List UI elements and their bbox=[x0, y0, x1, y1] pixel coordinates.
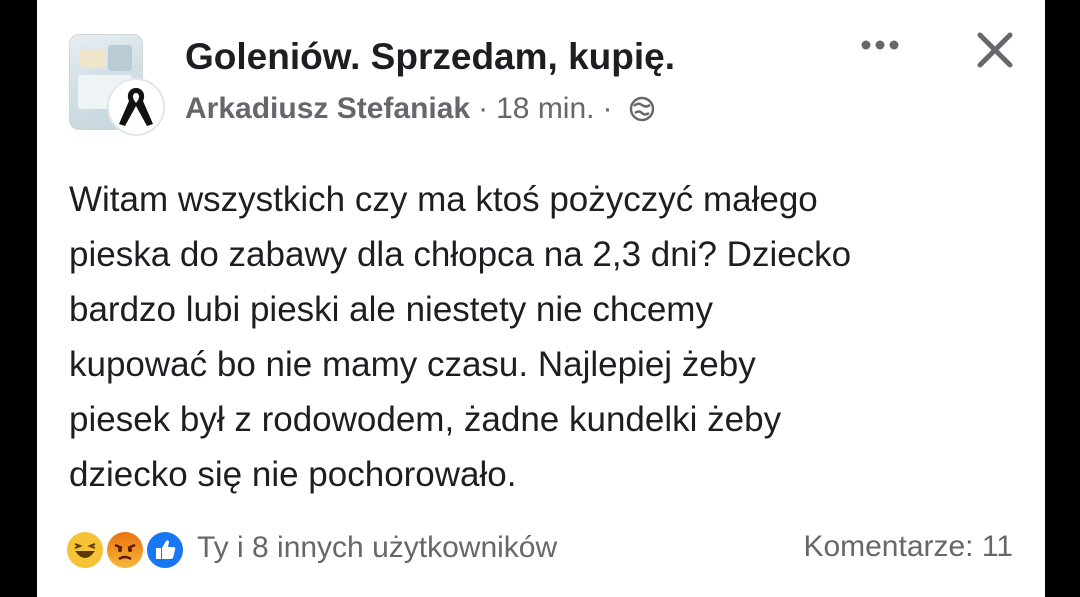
haha-reaction-icon bbox=[65, 530, 105, 570]
post-time[interactable]: 18 min. bbox=[496, 92, 594, 126]
like-reaction-icon bbox=[145, 530, 185, 570]
reaction-icons-group bbox=[65, 528, 191, 570]
comments-count-link[interactable]: Komentarze: 11 bbox=[803, 530, 1013, 564]
close-icon[interactable] bbox=[975, 30, 1015, 70]
author-name[interactable]: Arkadiusz Stefaniak bbox=[185, 92, 470, 126]
globe-icon bbox=[629, 96, 654, 122]
author-avatar[interactable] bbox=[107, 78, 165, 136]
meta-separator: · bbox=[602, 92, 613, 125]
reactions-summary[interactable]: Ty i 8 innych użytkowników bbox=[65, 526, 557, 570]
post-body-text: Witam wszystkich czy ma ktoś pożyczyć ma… bbox=[69, 180, 852, 494]
more-options-icon[interactable] bbox=[857, 30, 903, 60]
group-name[interactable]: Goleniów. Sprzedam, kupię. bbox=[185, 36, 675, 78]
angry-reaction-icon bbox=[105, 530, 145, 570]
mourning-ribbon-icon bbox=[119, 88, 153, 126]
reactions-text[interactable]: Ty i 8 innych użytkowników bbox=[197, 531, 557, 565]
post-meta: Arkadiusz Stefaniak · 18 min. · bbox=[185, 92, 655, 126]
post-card: Goleniów. Sprzedam, kupię. Arkadiusz Ste… bbox=[37, 0, 1045, 597]
meta-separator: · bbox=[478, 92, 489, 125]
